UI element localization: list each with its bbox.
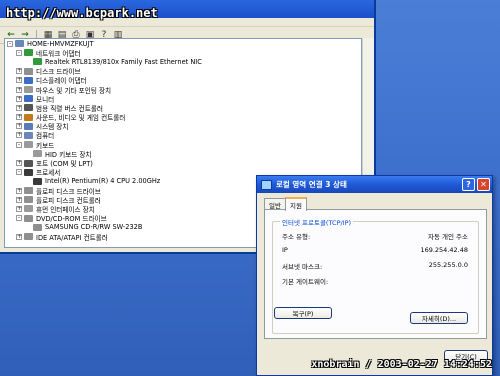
sound-icon bbox=[24, 113, 33, 121]
help-button[interactable]: ? bbox=[462, 178, 475, 191]
address-type-value: 자동 개인 주소 bbox=[427, 233, 468, 241]
expand-icon[interactable]: + bbox=[16, 114, 22, 121]
tree-item-label: DVD/CD-ROM 드라이브 bbox=[36, 215, 107, 224]
expand-icon[interactable]: + bbox=[16, 123, 22, 130]
dialog-titlebar: 로컬 영역 연결 3 상태 ? ✕ bbox=[257, 176, 492, 193]
hid-icon bbox=[24, 205, 33, 213]
signature-watermark: xnobrain / 2003-02-27 14:24:52 bbox=[311, 359, 492, 370]
subnet-mask-row: 서브넷 마스크: 255.255.0.0 bbox=[282, 261, 468, 271]
cdrom-icon bbox=[33, 223, 42, 231]
monitor-icon bbox=[24, 95, 33, 103]
tree-item[interactable]: + 마우스 및 기타 포인팅 장치 bbox=[5, 85, 361, 95]
watermark-url: http://www.bcpark.net bbox=[6, 6, 158, 20]
processor-icon bbox=[24, 168, 33, 176]
address-type-label: 주소 유형: bbox=[282, 233, 311, 241]
collapse-icon[interactable]: - bbox=[16, 169, 22, 176]
ide-icon bbox=[24, 233, 33, 241]
ip-value: 169.254.42.48 bbox=[420, 246, 468, 254]
port-icon bbox=[24, 159, 33, 167]
expand-icon[interactable]: + bbox=[16, 77, 22, 84]
mouse-icon bbox=[24, 86, 33, 94]
network-connection-icon bbox=[261, 179, 272, 190]
collapse-icon[interactable]: - bbox=[16, 141, 22, 148]
tab-support[interactable]: 지원 bbox=[284, 197, 307, 211]
usb-icon bbox=[24, 104, 33, 112]
repair-button[interactable]: 복구(P) bbox=[274, 307, 332, 319]
close-window-button[interactable]: ✕ bbox=[477, 178, 490, 191]
tree-item-label: Intel(R) Pentium(R) 4 CPU 2.00GHz bbox=[45, 177, 161, 186]
expand-icon[interactable]: + bbox=[16, 104, 22, 111]
keyboard-icon bbox=[24, 141, 33, 149]
collapse-icon[interactable]: - bbox=[16, 215, 22, 222]
tree-item-label: IDE ATA/ATAPI 컨트롤러 bbox=[36, 233, 108, 242]
ip-row: IP 169.254.42.48 bbox=[282, 246, 468, 256]
tree-item-label: HOME-HMVMZFKUJT bbox=[27, 39, 94, 48]
tree-item-label: SAMSUNG CD-R/RW SW-232B bbox=[45, 223, 143, 232]
expand-icon[interactable]: + bbox=[16, 187, 22, 194]
collapse-icon[interactable]: - bbox=[16, 49, 22, 56]
expand-icon[interactable]: + bbox=[16, 95, 22, 102]
tree-item[interactable]: - 네트워크 어댑터 bbox=[5, 48, 361, 58]
processor-icon bbox=[33, 177, 42, 185]
tree-item-label: 네트워크 어댑터 bbox=[36, 49, 81, 58]
system-device-icon bbox=[24, 122, 33, 130]
group-label: 인터넷 프로토콜(TCP/IP) bbox=[280, 217, 354, 227]
expand-icon[interactable]: + bbox=[16, 196, 22, 203]
network-card-icon bbox=[33, 58, 42, 66]
connection-status-dialog: 로컬 영역 연결 3 상태 ? ✕ 일반 지원 인터넷 프로토콜(TCP/IP)… bbox=[256, 175, 493, 376]
subnet-mask-value: 255.255.0.0 bbox=[428, 261, 468, 269]
tree-item-label: Realtek RTL8139/810x Family Fast Etherne… bbox=[45, 57, 202, 66]
expand-icon[interactable]: + bbox=[16, 205, 22, 212]
floppy-icon bbox=[24, 187, 33, 195]
expand-icon[interactable]: + bbox=[16, 68, 22, 75]
support-tab-panel: 인터넷 프로토콜(TCP/IP) 주소 유형: 자동 개인 주소 IP 169.… bbox=[264, 209, 487, 339]
tree-item[interactable]: + 시스템 장치 bbox=[5, 122, 361, 131]
ip-label: IP bbox=[282, 246, 288, 254]
display-adapter-icon bbox=[24, 76, 33, 84]
gateway-row: 기본 게이트웨이: bbox=[282, 276, 468, 286]
collapse-icon[interactable]: - bbox=[7, 40, 13, 47]
computer-icon bbox=[24, 131, 33, 139]
disk-drive-icon bbox=[24, 67, 33, 75]
tree-item[interactable]: + 컴퓨터 bbox=[5, 131, 361, 140]
dialog-title: 로컬 영역 연결 3 상태 bbox=[276, 180, 347, 189]
address-type-row: 주소 유형: 자동 개인 주소 bbox=[282, 231, 468, 241]
details-button[interactable]: 자세히(D)... bbox=[410, 312, 468, 324]
cdrom-icon bbox=[24, 214, 33, 222]
subnet-mask-label: 서브넷 마스크: bbox=[282, 263, 323, 271]
computer-icon bbox=[15, 40, 24, 48]
expand-icon[interactable]: + bbox=[16, 132, 22, 139]
network-adapter-icon bbox=[24, 49, 33, 57]
gateway-label: 기본 게이트웨이: bbox=[282, 278, 329, 286]
tree-item-label: 프로세서 bbox=[36, 169, 61, 178]
floppy-controller-icon bbox=[24, 196, 33, 204]
expand-icon[interactable]: + bbox=[16, 160, 22, 167]
expand-icon[interactable]: + bbox=[16, 233, 22, 240]
expand-icon[interactable]: + bbox=[16, 86, 22, 93]
keyboard-icon bbox=[33, 150, 42, 158]
